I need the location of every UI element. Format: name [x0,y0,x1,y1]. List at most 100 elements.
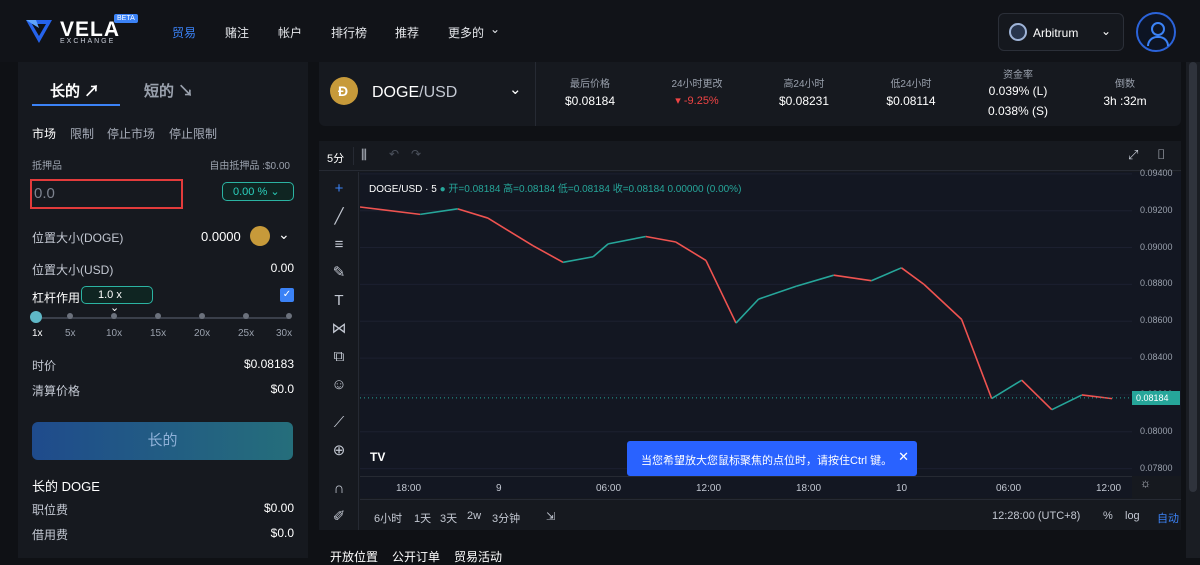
tab-long[interactable]: 长的 ↗ [50,80,99,101]
order-type-limit[interactable]: 限制 [70,125,94,142]
tab-open-positions[interactable]: 开放位置 [330,548,378,565]
candles-icon[interactable]: ⫼ [361,147,367,163]
stat-change: ▾ -9.25% [675,95,719,107]
redo-icon[interactable]: ↷ [411,147,421,161]
page-scrollbar[interactable] [1186,62,1200,558]
price-segment [758,285,797,300]
interval-button[interactable]: 5分 [327,150,344,166]
status-dot-icon: ● [439,184,446,195]
chevron-down-icon[interactable]: ⌄ [509,80,522,98]
order-panel: 长的 ↗ 短的 ↘ 市场 限制 停止市场 停止限制 抵押品 自由抵押品 :$0.… [18,62,308,558]
magnet-icon[interactable]: ∩ [329,479,349,499]
x-tick-label: 18:00 [396,483,422,494]
legend-ohlc: 开=0.08184 高=0.08184 低=0.08184 收=0.08184 … [448,184,742,195]
range-6h[interactable]: 6小时 [374,510,402,526]
pair-base: DOGE [372,84,420,101]
percent-toggle[interactable]: % [1103,510,1113,522]
ruler-icon[interactable]: ⟋ [329,413,349,433]
goto-date-icon[interactable]: ⇲ [546,510,555,523]
prediction-icon[interactable]: ⧉ [329,347,349,367]
chevron-down-icon[interactable]: ⌄ [490,22,500,36]
slider-knob[interactable] [30,311,42,323]
leverage-slider[interactable] [36,317,289,319]
pair-selector[interactable]: DOGE/USD [372,84,457,102]
crosshair-icon[interactable]: + [329,179,349,199]
range-2w[interactable]: 2w [467,510,481,522]
auto-toggle[interactable]: 自动 [1157,510,1179,526]
nav-trade[interactable]: 贸易 [172,24,196,41]
leverage-checkbox[interactable]: ✓ [280,288,294,302]
tick-label: 25x [238,328,255,339]
market-header: DOGE/USD ⌄ 最后价格 $0.08184 24小时更改 ▾ -9.25%… [319,62,1181,126]
text-icon[interactable]: T [329,291,349,311]
fee1-label: 职位费 [32,503,69,517]
range-3m[interactable]: 3分钟 [492,510,520,526]
lines-icon[interactable]: ≡ [329,235,349,255]
slider-tick [67,313,73,319]
chart-plot-area[interactable]: DOGE/USD · 5 ● 开=0.08184 高=0.08184 低=0.0… [360,172,1132,476]
order-type-market[interactable]: 市场 [32,125,56,142]
scrollbar-thumb[interactable] [1189,62,1197,492]
order-type-stop-market[interactable]: 停止市场 [107,125,155,142]
undo-icon[interactable]: ↶ [389,147,399,161]
drawing-tools: + ╱ ≡ ✎ T ⋈ ⧉ ☺ ⟋ ⊕ ∩ ✐ [319,172,359,530]
tradingview-logo[interactable]: TV [370,450,385,464]
price-segment [833,274,872,282]
log-toggle[interactable]: log [1125,510,1140,522]
slider-tick [199,313,205,319]
y-tick-label: 0.08600 [1140,315,1173,326]
x-tick-label: 06:00 [996,483,1022,494]
emoji-icon[interactable]: ☺ [329,375,349,395]
range-3d[interactable]: 3天 [440,510,457,526]
price-value: $0.08183 [243,357,294,371]
legend-symbol: DOGE/USD · 5 [369,184,437,195]
settings-icon[interactable]: ☼ [1140,476,1151,490]
slider-tick [111,313,117,319]
close-icon[interactable]: ✕ [898,449,909,465]
trendline-icon[interactable]: ╱ [329,207,349,227]
stat-label: 资金率 [1003,70,1033,81]
time-axis[interactable]: 18:00 9 06:00 12:00 18:00 10 06:00 12:00 [360,476,1132,498]
nav-account[interactable]: 帐户 [278,24,302,41]
x-tick-label: 12:00 [1096,483,1122,494]
price-segment [923,283,963,320]
fullscreen-icon[interactable]: ⤢ [1128,147,1138,163]
collateral-label: 抵押品 [32,161,62,172]
nav-referral[interactable]: 推荐 [395,24,419,41]
leverage-selector[interactable]: 1.0 x ⌄ [81,286,153,314]
x-tick-label: 12:00 [696,483,722,494]
vela-logo[interactable]: VELA EXCHANGE BETA [24,14,138,48]
position-size-value: 0.0000 [201,229,241,244]
price-axis[interactable]: 0.09400 0.09200 0.09000 0.08800 0.08600 0.084… [1132,168,1181,476]
amount-input[interactable]: 0.0 [30,179,183,209]
lock-drawing-icon[interactable]: ✐ [329,507,349,527]
nav-more[interactable]: 更多的 [448,24,484,41]
network-label: Arbitrum [1033,26,1079,40]
doge-icon [330,77,358,105]
brush-icon[interactable]: ✎ [329,263,349,283]
account-avatar[interactable] [1136,12,1176,52]
price-segment [960,319,993,399]
order-type-stop-limit[interactable]: 停止限制 [169,125,217,142]
tab-long-label: 长的 [50,83,81,100]
network-selector[interactable]: Arbitrum ⌄ [998,13,1124,51]
pattern-icon[interactable]: ⋈ [329,319,349,339]
tab-open-orders[interactable]: 公开订单 [392,548,440,565]
chevron-down-icon[interactable]: ⌄ [278,226,290,243]
slider-tick [286,313,292,319]
tab-short[interactable]: 短的 ↘ [144,80,193,101]
trend-up-icon: ↗ [84,83,100,100]
nav-leaderboard[interactable]: 排行榜 [331,24,367,41]
price-segment [420,208,458,216]
long-submit-button[interactable]: 长的 [32,422,293,460]
price-segment [900,267,925,286]
fee2-label: 借用费 [32,528,69,542]
nav-stake[interactable]: 赌注 [225,24,249,41]
price-label: 时价 [32,359,57,373]
zoom-icon[interactable]: ⊕ [329,441,349,461]
tab-trade-activity[interactable]: 贸易活动 [454,548,502,565]
percent-selector[interactable]: 0.00 % ⌄ [222,182,294,201]
slider-tick [243,313,249,319]
range-1d[interactable]: 1天 [414,510,431,526]
camera-icon[interactable]: ⌷ [1157,146,1165,163]
